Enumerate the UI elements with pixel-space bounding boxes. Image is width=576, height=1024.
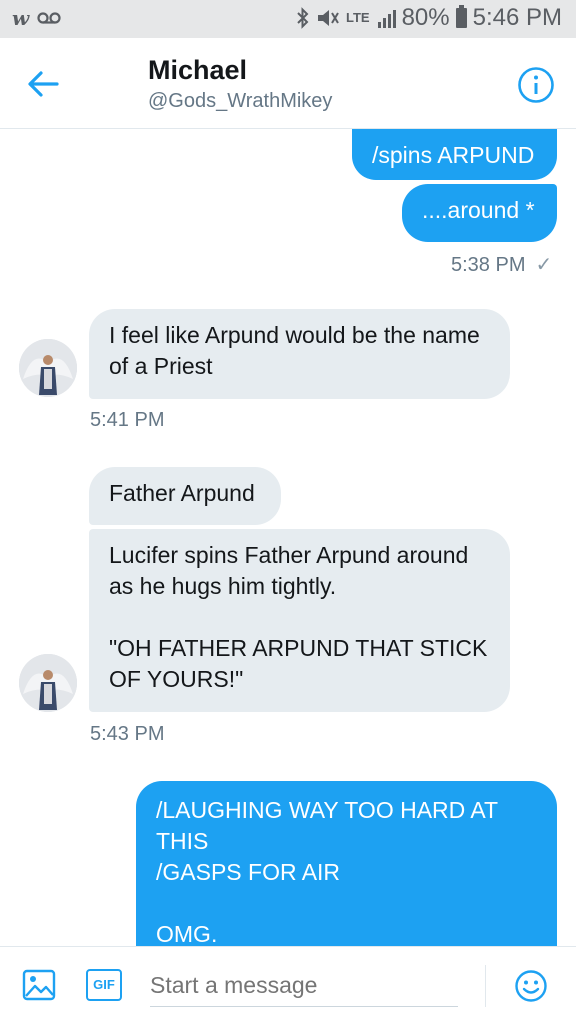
network-label: LTE bbox=[345, 10, 370, 25]
battery-percent: 80% bbox=[401, 4, 450, 31]
wattpad-icon: w bbox=[12, 6, 30, 30]
mute-icon bbox=[317, 10, 339, 26]
message-input[interactable] bbox=[150, 965, 458, 1007]
message-bubble-received[interactable]: I feel like Arpund would be the name of … bbox=[89, 309, 510, 399]
status-bar: w LTE 80% 5:46 PM bbox=[0, 0, 576, 38]
message-bubble-received[interactable]: Lucifer spins Father Arpund around as he… bbox=[89, 529, 510, 712]
message-bubble-sent[interactable]: /spins ARPUND bbox=[352, 129, 557, 180]
read-receipt-icon: ✓ bbox=[535, 254, 553, 276]
gif-icon[interactable]: GIF bbox=[86, 969, 122, 1001]
avatar[interactable] bbox=[19, 339, 77, 397]
message-bubble-received[interactable]: Father Arpund bbox=[89, 467, 281, 525]
status-time: 5:46 PM bbox=[472, 4, 562, 31]
emoji-icon[interactable] bbox=[514, 969, 548, 1003]
signal-icon bbox=[377, 10, 396, 28]
avatar[interactable] bbox=[19, 654, 77, 712]
bluetooth-icon bbox=[297, 7, 309, 29]
image-icon[interactable] bbox=[22, 969, 56, 1001]
battery-icon bbox=[455, 5, 467, 28]
info-icon[interactable] bbox=[517, 66, 555, 104]
message-composer: GIF bbox=[0, 946, 576, 1024]
divider bbox=[485, 965, 486, 1007]
contact-handle[interactable]: @Gods_WrathMikey bbox=[148, 90, 332, 113]
message-timestamp: 5:43 PM bbox=[90, 723, 165, 745]
voicemail-icon bbox=[37, 12, 61, 24]
message-timestamp: 5:41 PM bbox=[90, 409, 165, 431]
conversation-header: Michael @Gods_WrathMikey bbox=[0, 38, 576, 129]
message-timestamp: 5:38 PM ✓ bbox=[451, 254, 553, 276]
contact-name[interactable]: Michael bbox=[148, 55, 247, 86]
back-arrow-icon[interactable] bbox=[24, 64, 64, 104]
message-bubble-sent[interactable]: ....around * bbox=[402, 184, 557, 242]
